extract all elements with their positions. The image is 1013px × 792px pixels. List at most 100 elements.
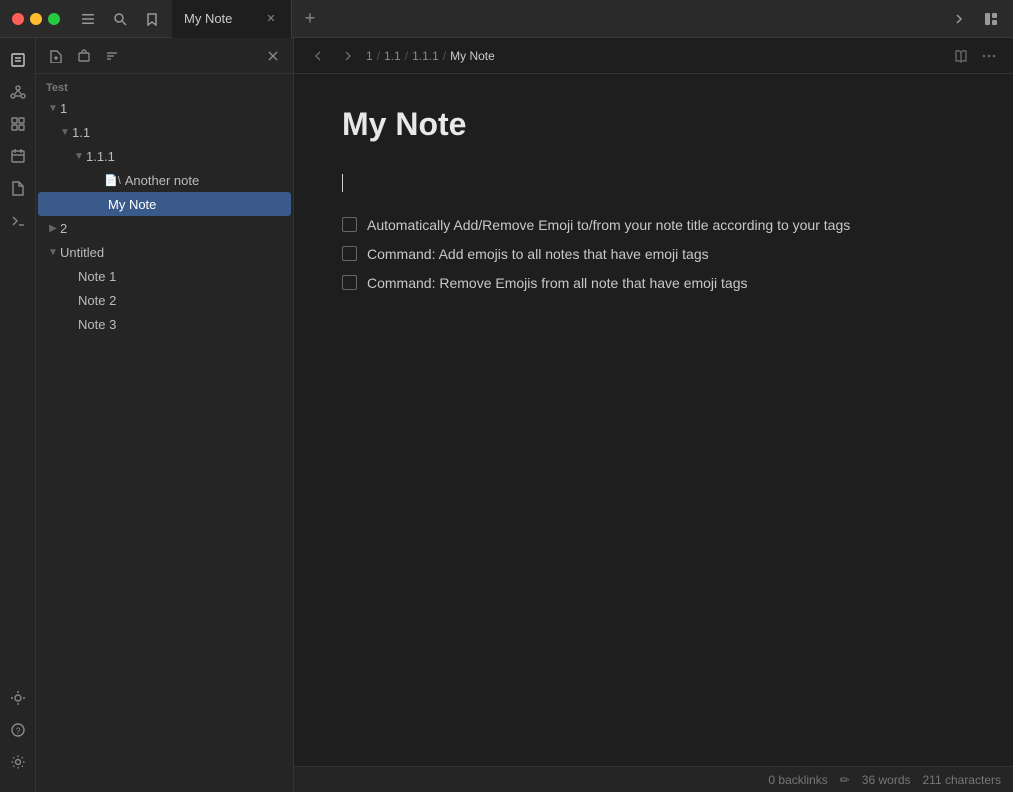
todo-list: Automatically Add/Remove Emoji to/from y… xyxy=(342,215,965,294)
tree-item-note-1[interactable]: ▶ Note 1 xyxy=(38,264,291,288)
tab-my-note[interactable]: My Note ✕ xyxy=(172,0,292,38)
breadcrumb-part-1[interactable]: 1 xyxy=(366,49,373,63)
minimize-button[interactable] xyxy=(30,13,42,25)
tree-item-1-1-1-label: 1.1.1 xyxy=(86,149,115,164)
todo-checkbox-1[interactable] xyxy=(342,217,357,232)
new-note-toolbar-btn[interactable] xyxy=(44,44,68,68)
todo-item-2: Command: Add emojis to all notes that ha… xyxy=(342,244,965,265)
editor-area: 1 / 1.1 / 1.1.1 / My Note xyxy=(294,38,1013,792)
file-tree-content: Test ▼ 1 ▼ 1.1 ▼ 1.1.1 ▶ xyxy=(36,74,293,792)
graph-sidebar-btn[interactable] xyxy=(4,78,32,106)
todo-checkbox-3[interactable] xyxy=(342,275,357,290)
nav-forward-button[interactable] xyxy=(336,44,360,68)
main-container: ? xyxy=(0,38,1013,792)
breadcrumb-sep-1: / xyxy=(377,49,380,63)
breadcrumb-part-3[interactable]: 1.1.1 xyxy=(412,49,439,63)
tree-item-1-1[interactable]: ▼ 1.1 xyxy=(38,120,291,144)
tree-item-note-2-label: Note 2 xyxy=(78,293,116,308)
chevron-1-1-icon: ▼ xyxy=(58,125,72,139)
file-tree-toolbar xyxy=(36,38,293,74)
close-button[interactable] xyxy=(12,13,24,25)
breadcrumb-sep-3: / xyxy=(443,49,446,63)
help-sidebar-btn[interactable]: ? xyxy=(4,716,32,744)
note-title[interactable]: My Note xyxy=(342,106,965,143)
calendar-sidebar-btn[interactable] xyxy=(4,142,32,170)
todo-item-1: Automatically Add/Remove Emoji to/from y… xyxy=(342,215,965,236)
note-another-icon: 📄\ xyxy=(104,174,121,187)
tree-item-another-note-label: Another note xyxy=(125,173,199,188)
breadcrumb-part-2[interactable]: 1.1 xyxy=(384,49,401,63)
tree-item-my-note[interactable]: ▶ My Note xyxy=(38,192,291,216)
chevron-2-icon: ▶ xyxy=(46,221,60,235)
icon-sidebar: ? xyxy=(0,38,36,792)
tree-item-another-note[interactable]: ▶ 📄\ Another note xyxy=(38,168,291,192)
tree-item-1[interactable]: ▼ 1 xyxy=(38,96,291,120)
move-toolbar-btn[interactable] xyxy=(72,44,96,68)
editor-header-right xyxy=(949,44,1001,68)
tree-item-untitled[interactable]: ▼ Untitled xyxy=(38,240,291,264)
tabs-area: My Note ✕ + xyxy=(172,0,945,38)
search-icon[interactable] xyxy=(106,5,134,33)
chevron-untitled-icon: ▼ xyxy=(46,245,60,259)
tree-item-note-3[interactable]: ▶ Note 3 xyxy=(38,312,291,336)
edit-icon-status: ✏ xyxy=(840,773,850,787)
notes-sidebar-btn[interactable] xyxy=(4,46,32,74)
titlebar-right-icons xyxy=(945,5,1013,33)
titlebar-left-icons xyxy=(68,5,172,33)
tree-item-my-note-label: My Note xyxy=(108,197,156,212)
settings-sidebar-btn[interactable] xyxy=(4,748,32,776)
tree-item-note-2[interactable]: ▶ Note 2 xyxy=(38,288,291,312)
editor-content[interactable]: My Note Automatically Add/Remove Emoji t… xyxy=(294,74,1013,766)
tab-close-button[interactable]: ✕ xyxy=(263,11,279,27)
tree-item-note-3-label: Note 3 xyxy=(78,317,116,332)
todo-text-3: Command: Remove Emojis from all note tha… xyxy=(367,273,748,294)
backlinks-label: 0 backlinks xyxy=(768,773,827,787)
tree-item-2-label: 2 xyxy=(60,221,67,236)
text-cursor xyxy=(342,174,343,192)
nav-back-button[interactable] xyxy=(306,44,330,68)
todo-text-1: Automatically Add/Remove Emoji to/from y… xyxy=(367,215,850,236)
chars-label: 211 characters xyxy=(923,773,1002,787)
layout-toggle-icon[interactable] xyxy=(977,5,1005,33)
traffic-lights xyxy=(0,13,60,25)
chevron-1-1-1-icon: ▼ xyxy=(72,149,86,163)
panel-expand-icon[interactable] xyxy=(945,5,973,33)
backlinks-status[interactable]: 0 backlinks xyxy=(768,773,827,787)
breadcrumb: 1 / 1.1 / 1.1.1 / My Note xyxy=(366,49,943,63)
editor-header: 1 / 1.1 / 1.1.1 / My Note xyxy=(294,38,1013,74)
close-tree-btn[interactable] xyxy=(261,44,285,68)
grid-sidebar-btn[interactable] xyxy=(4,110,32,138)
words-label: 36 words xyxy=(862,773,911,787)
words-status: 36 words xyxy=(862,773,911,787)
file-tree: Test ▼ 1 ▼ 1.1 ▼ 1.1.1 ▶ xyxy=(36,38,294,792)
file-sidebar-btn[interactable] xyxy=(4,174,32,202)
breadcrumb-current: My Note xyxy=(450,49,495,63)
tree-item-1-1-label: 1.1 xyxy=(72,125,90,140)
maximize-button[interactable] xyxy=(48,13,60,25)
new-tab-button[interactable]: + xyxy=(296,5,324,33)
todo-text-2: Command: Add emojis to all notes that ha… xyxy=(367,244,709,265)
todo-item-3: Command: Remove Emojis from all note tha… xyxy=(342,273,965,294)
svg-text:?: ? xyxy=(15,726,20,736)
tree-item-1-1-1[interactable]: ▼ 1.1.1 xyxy=(38,144,291,168)
todo-checkbox-2[interactable] xyxy=(342,246,357,261)
more-options-btn[interactable] xyxy=(977,44,1001,68)
cursor-line xyxy=(342,171,965,195)
tab-label: My Note xyxy=(184,11,232,26)
sort-toolbar-btn[interactable] xyxy=(100,44,124,68)
chevron-1-icon: ▼ xyxy=(46,101,60,115)
edit-icon: ✏ xyxy=(840,773,850,787)
book-view-btn[interactable] xyxy=(949,44,973,68)
tree-item-2[interactable]: ▶ 2 xyxy=(38,216,291,240)
breadcrumb-sep-2: / xyxy=(405,49,408,63)
plugin-sidebar-btn[interactable] xyxy=(4,684,32,712)
icon-sidebar-bottom: ? xyxy=(4,684,32,784)
tree-item-1-label: 1 xyxy=(60,101,67,116)
terminal-sidebar-btn[interactable] xyxy=(4,206,32,234)
sidebar-toggle-icon[interactable] xyxy=(74,5,102,33)
status-bar: 0 backlinks ✏ 36 words 211 characters xyxy=(294,766,1013,792)
tree-item-untitled-label: Untitled xyxy=(60,245,104,260)
bookmark-icon[interactable] xyxy=(138,5,166,33)
tree-section-label: Test xyxy=(36,78,293,96)
chars-status: 211 characters xyxy=(923,773,1002,787)
